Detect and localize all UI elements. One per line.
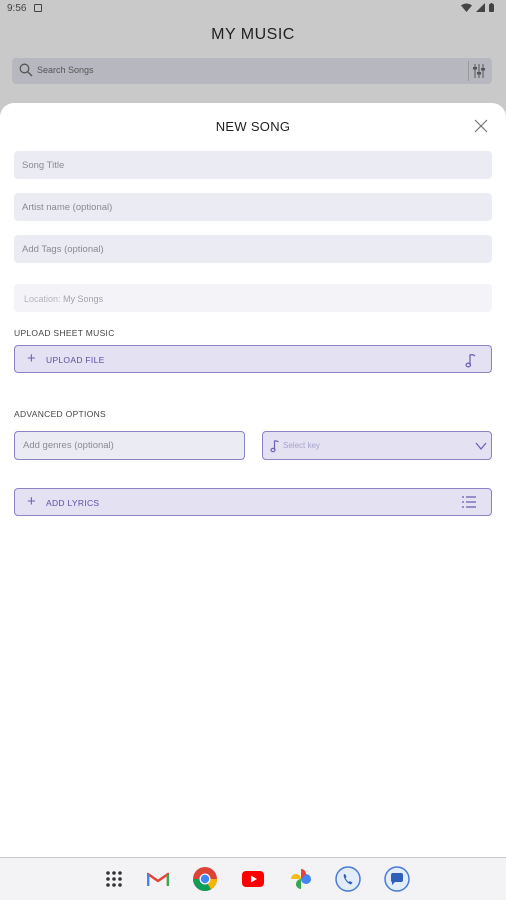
- location-text: Location: My Songs: [24, 294, 103, 304]
- filter-icon[interactable]: [468, 61, 489, 81]
- music-note-icon: [270, 440, 279, 453]
- status-bar: 9:56: [0, 0, 506, 18]
- sliders-icon: [473, 64, 485, 78]
- messages-icon[interactable]: [384, 866, 410, 892]
- list-icon: [462, 496, 476, 508]
- app-drawer-icon[interactable]: [101, 866, 127, 892]
- artist-input[interactable]: [14, 193, 492, 221]
- tags-input[interactable]: [14, 235, 492, 263]
- status-time: 9:56: [7, 3, 27, 14]
- song-title-input[interactable]: [14, 151, 492, 179]
- location-value: My Songs: [63, 294, 104, 304]
- sheet-title: NEW SONG: [215, 119, 291, 134]
- genres-input[interactable]: [15, 432, 244, 459]
- close-icon[interactable]: [473, 118, 489, 134]
- add-lyrics-label: ADD LYRICS: [46, 498, 100, 508]
- new-song-sheet: NEW SONG Location: My Songs UPLOAD SHEET…: [0, 103, 506, 857]
- photos-icon[interactable]: [288, 866, 314, 892]
- app-dock: [0, 858, 506, 900]
- music-note-icon: [465, 354, 476, 368]
- gmail-icon[interactable]: [145, 866, 171, 892]
- advanced-section-label: ADVANCED OPTIONS: [14, 409, 107, 419]
- genres-field[interactable]: [14, 431, 245, 460]
- phone-icon[interactable]: [335, 866, 361, 892]
- song-title-field[interactable]: [14, 151, 492, 179]
- tags-field[interactable]: [14, 235, 492, 263]
- plus-icon: +: [27, 493, 36, 510]
- chrome-icon[interactable]: [192, 866, 218, 892]
- artist-field[interactable]: [14, 193, 492, 221]
- location-field: Location: My Songs: [14, 284, 492, 312]
- chevron-down-icon: [475, 442, 487, 451]
- wifi-icon: [461, 3, 472, 12]
- search-icon: [19, 63, 33, 77]
- notification-icon: [34, 4, 42, 12]
- location-label: Location:: [24, 294, 61, 304]
- battery-icon: [489, 3, 494, 12]
- status-icons: [461, 3, 494, 12]
- search-placeholder: Search Songs: [37, 65, 94, 75]
- upload-section-label: UPLOAD SHEET MUSIC: [14, 328, 115, 338]
- signal-icon: [476, 3, 485, 12]
- plus-icon: +: [27, 350, 36, 367]
- select-key-dropdown[interactable]: Select key: [262, 431, 492, 460]
- add-lyrics-button[interactable]: + ADD LYRICS: [14, 488, 492, 516]
- select-key-placeholder: Select key: [283, 441, 320, 450]
- search-bar[interactable]: Search Songs: [12, 58, 492, 84]
- upload-file-label: UPLOAD FILE: [46, 355, 105, 365]
- youtube-icon[interactable]: [240, 866, 266, 892]
- upload-file-button[interactable]: + UPLOAD FILE: [14, 345, 492, 373]
- page-title: MY MUSIC: [211, 26, 295, 43]
